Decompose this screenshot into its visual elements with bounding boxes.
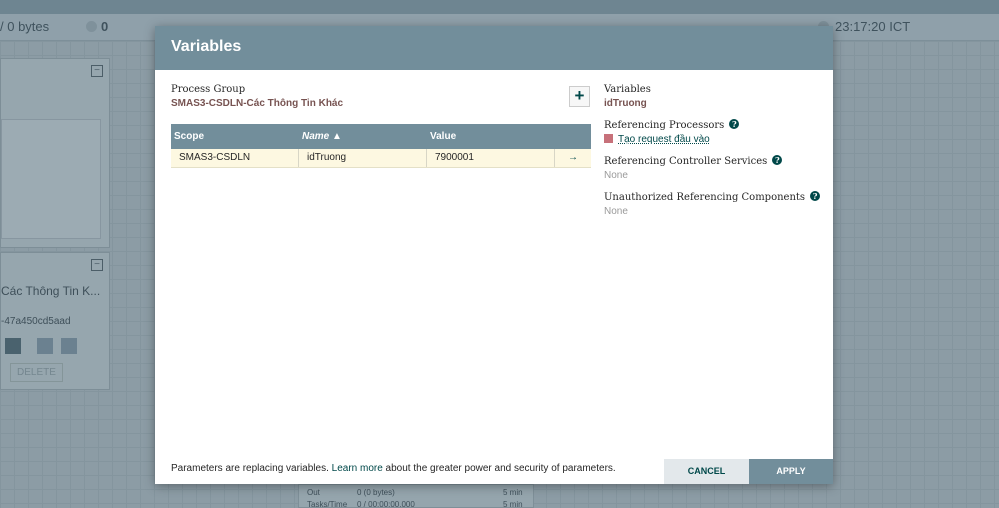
status-running-count: 0 [101,19,109,34]
cancel-button[interactable]: CANCEL [664,459,749,484]
table-row[interactable]: SMAS3-CSDLN idTruong 7900001 → [171,149,591,168]
collapse-icon[interactable]: − [91,65,103,77]
help-icon[interactable]: ? [772,155,783,165]
stopped-status-icon [604,134,613,143]
ref-controller-label: Referencing Controller Services? [604,155,824,167]
process-group-info: Process Group SMAS3-CSDLN-Các Thông Tin … [171,84,591,109]
delete-button[interactable]: DELETE [10,363,63,382]
cell-scope: SMAS3-CSDLN [171,149,299,167]
ref-processors-label: Referencing Processors? [604,119,824,131]
unauth-ref-value: None [604,206,628,217]
top-toolbar [0,0,999,14]
ref-processor-link[interactable]: Tạo request đầu vào [618,134,710,145]
cell-value[interactable]: 7900001 [427,149,555,167]
align-icon[interactable] [61,338,77,354]
operate-panel: − Các Thông Tin K... -47a450cd5aad DELET… [0,252,110,390]
process-group-value: SMAS3-CSDLN-Các Thông Tin Khác [171,98,344,109]
variables-value: idTruong [604,98,647,109]
column-header-actions [555,124,591,149]
variables-dialog: Variables Process Group SMAS3-CSDLN-Các … [155,26,833,484]
column-header-name[interactable]: Name ▲ [299,124,427,149]
template-icon[interactable] [5,338,21,354]
parameters-note: Parameters are replacing variables. Lear… [171,463,616,474]
dialog-title: Variables [171,38,242,55]
status-time: 23:17:20 ICT [835,19,911,34]
ref-processor-item[interactable]: Tạo request đầu vào [604,134,824,145]
help-icon[interactable]: ? [810,191,821,201]
table-header: Scope Name ▲ Value [171,124,591,149]
column-header-value[interactable]: Value [427,124,555,149]
collapse-icon[interactable]: − [91,259,103,271]
cell-name[interactable]: idTruong [299,149,427,167]
dialog-header: Variables [155,26,833,70]
ref-controller-value: None [604,170,628,181]
variable-details: Variables idTruong Referencing Processor… [604,84,824,227]
operate-group-name: Các Thông Tin K... [1,284,101,298]
align-icon[interactable] [37,338,53,354]
stats-panel: Out 0 (0 bytes) 5 min Tasks/Time 0 / 00:… [298,484,534,508]
variables-table: Scope Name ▲ Value SMAS3-CSDLN idTruong … [171,124,591,168]
unauth-ref-label: Unauthorized Referencing Components? [604,191,824,203]
running-icon [86,21,97,32]
variables-label: Variables [604,84,651,95]
plus-icon: + [574,86,585,105]
apply-button[interactable]: APPLY [749,459,833,484]
navigate-panel: − [0,58,110,248]
process-group-label: Process Group [171,84,246,95]
status-bytes: / 0 bytes [0,19,50,34]
column-header-scope[interactable]: Scope [171,124,299,149]
go-to-arrow-icon[interactable]: → [555,149,591,167]
help-icon[interactable]: ? [729,119,740,129]
operate-group-id: -47a450cd5aad [1,316,71,327]
add-variable-button[interactable]: + [569,86,590,107]
learn-more-link[interactable]: Learn more [332,463,383,474]
